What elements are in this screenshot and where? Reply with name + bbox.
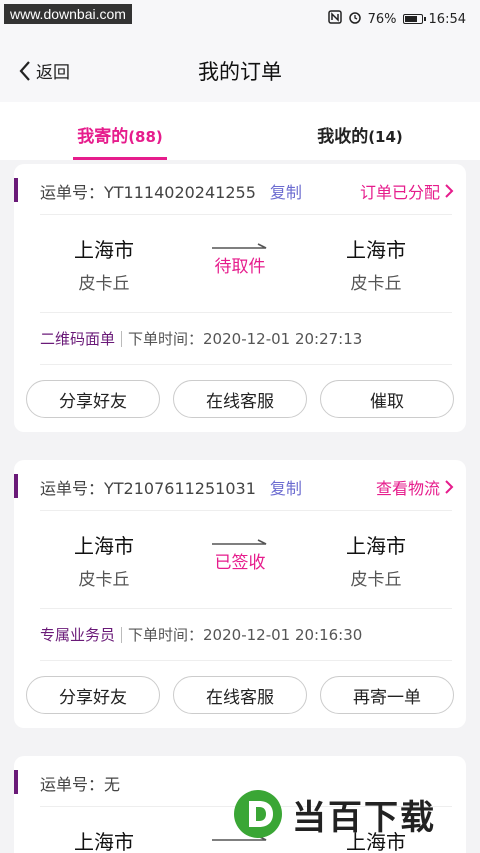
sender-city: 上海市 [74,238,134,262]
sender-district: 皮卡丘 [78,274,130,294]
nfc-icon [327,10,342,28]
tab-received-count: (14) [368,128,403,146]
tab-sent[interactable]: 我寄的(88) [0,102,240,160]
card-actions: 分享好友 在线客服 催取 [26,380,454,418]
view-logistics-label: 查看物流 [375,479,440,498]
tab-sent-label: 我寄的 [77,127,129,147]
receiver-city: 上海市 [346,238,406,262]
customer-service-button[interactable]: 在线客服 [173,380,307,418]
status-icons: 76% 16:54 [327,10,466,28]
divider [40,608,452,609]
site-watermark-logo: 当百下载 [232,788,436,840]
share-button[interactable]: 分享好友 [26,380,160,418]
shipment-state-label: 待取件 [214,257,266,277]
order-card[interactable]: 运单号：YT1114020241255 复制 订单已分配 上海市 皮卡丘 待取件… [14,164,466,432]
meta-separator [121,330,123,347]
route: 上海市 皮卡丘 待取件 上海市 皮卡丘 [14,234,466,294]
d-logo-icon [234,790,282,838]
battery-level [404,16,417,22]
sender-city: 上海市 [74,534,134,558]
divider [40,214,452,215]
receiver-district: 皮卡丘 [350,274,402,294]
receiver-district: 皮卡丘 [350,570,402,590]
order-status-label: 订单已分配 [359,183,440,202]
ship-again-button[interactable]: 再寄一单 [320,676,454,714]
share-button[interactable]: 分享好友 [26,676,160,714]
shipment-state: 已签收 [194,538,286,573]
card-accent-bar [14,770,18,794]
arrow-line-icon [212,539,267,545]
divider [40,660,452,661]
order-meta: 二维码面单 下单时间：2020-12-01 20:27:13 [40,328,452,349]
status-bar: www.downbai.com 76% 16:54 [0,0,480,36]
copy-button[interactable]: 复制 [270,179,302,203]
waybill-number: 运单号：无 [40,775,121,794]
tab-sent-count: (88) [128,128,163,146]
chevron-right-icon [445,184,454,198]
divider [40,312,452,313]
shipment-state-label: 已签收 [214,553,266,573]
tab-received[interactable]: 我收的(14) [240,102,480,160]
sender-city: 上海市 [74,830,134,853]
chevron-right-icon [445,480,454,494]
copy-button[interactable]: 复制 [270,475,302,499]
arrow-line-icon [212,243,267,249]
divider [40,364,452,365]
nav-bar: 返回 我的订单 [0,36,480,102]
order-status-link[interactable]: 订单已分配 [360,179,454,203]
order-tabs: 我寄的(88) 我收的(14) [0,102,480,160]
clock: 16:54 [428,11,466,27]
receiver-city: 上海市 [346,534,406,558]
order-time: 下单时间：2020-12-01 20:16:30 [128,626,363,644]
waybill-number: 运单号：YT2107611251031 [40,479,256,498]
watermark-text: www.downbai.com [4,4,132,24]
card-accent-bar [14,178,18,202]
shipment-state: 待取件 [194,242,286,277]
card-accent-bar [14,474,18,498]
order-card[interactable]: 运单号：YT2107611251031 复制 查看物流 上海市 皮卡丘 已签收 … [14,460,466,728]
waybill-row: 运单号：YT1114020241255 复制 订单已分配 [40,180,454,202]
tab-received-label: 我收的 [317,127,369,147]
page-title: 我的订单 [198,60,282,84]
order-meta: 专属业务员 下单时间：2020-12-01 20:16:30 [40,624,452,645]
order-tag: 专属业务员 [40,626,116,644]
order-time: 下单时间：2020-12-01 20:27:13 [128,330,363,348]
site-watermark-text: 当百下载 [292,797,436,838]
sender-location: 上海市 皮卡丘 [44,530,164,590]
order-tag: 二维码面单 [40,330,116,348]
view-logistics-link[interactable]: 查看物流 [376,475,454,499]
waybill-row: 运单号：YT2107611251031 复制 查看物流 [40,476,454,498]
battery-icon [402,14,426,24]
customer-service-button[interactable]: 在线客服 [173,676,307,714]
urge-pickup-button[interactable]: 催取 [320,380,454,418]
receiver-location: 上海市 皮卡丘 [316,530,436,590]
battery-percent: 76% [367,11,397,27]
receiver-location: 上海市 皮卡丘 [316,234,436,294]
sender-district: 皮卡丘 [78,570,130,590]
route: 上海市 皮卡丘 已签收 上海市 皮卡丘 [14,530,466,590]
waybill-number: 运单号：YT1114020241255 [40,183,256,202]
divider [40,510,452,511]
sender-location: 上海市 皮卡丘 [44,234,164,294]
card-actions: 分享好友 在线客服 再寄一单 [26,676,454,714]
alarm-icon [348,10,362,28]
meta-separator [121,626,123,643]
sender-location: 上海市 [44,826,164,853]
